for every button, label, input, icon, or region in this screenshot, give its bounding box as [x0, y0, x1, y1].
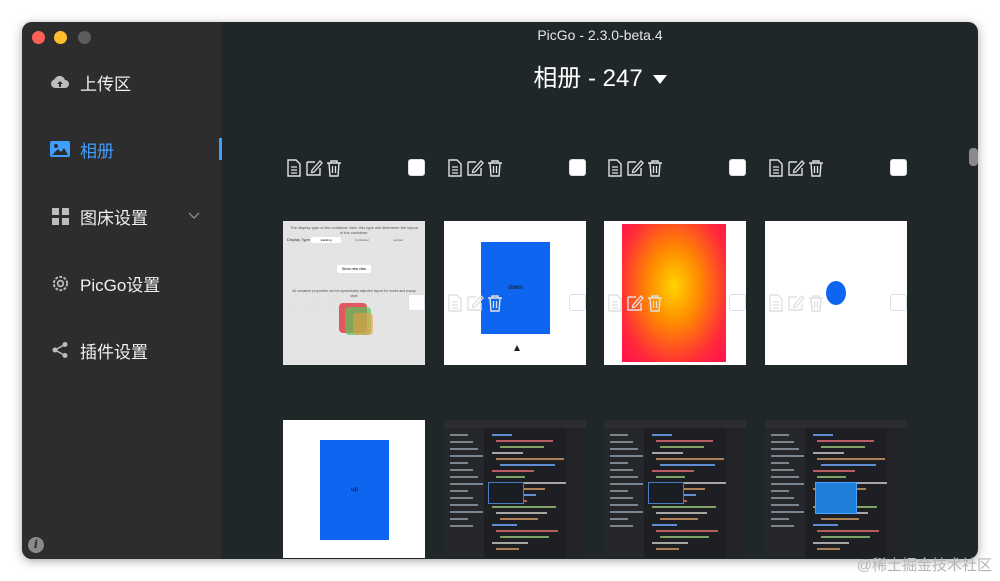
gallery-thumbnail[interactable]: up [283, 420, 425, 558]
select-checkbox[interactable] [890, 159, 907, 176]
copy-link-icon[interactable] [767, 159, 785, 177]
gallery-grid: Welcome 0 / 1 Tap Me To DeleteWelcome 0 … [222, 104, 978, 559]
select-checkbox[interactable] [729, 294, 746, 311]
edit-icon[interactable] [626, 159, 644, 177]
window-title: PicGo - 2.3.0-beta.4 [537, 27, 663, 43]
sidebar-item-pic-bed[interactable]: 图床设置 [22, 196, 222, 236]
delete-icon[interactable] [807, 159, 825, 177]
select-checkbox[interactable] [890, 294, 907, 311]
thumb-text: The display type of the container view, … [290, 225, 418, 235]
delete-icon[interactable] [486, 294, 504, 312]
sidebar-item-label: PicGo设置 [80, 275, 161, 295]
close-window-button[interactable] [32, 31, 45, 44]
edit-icon[interactable] [466, 159, 484, 177]
thumb-option: stacking [311, 237, 341, 243]
thumb-option: horizontal [355, 238, 369, 242]
picgo-window: 上传区 相册 图床设置 PicGo设置 插件设置 i PicGo - 2.3.0… [22, 22, 978, 559]
card-actions [767, 159, 909, 179]
sidebar-item-gallery[interactable]: 相册 [22, 129, 222, 169]
image-icon [50, 139, 70, 159]
edit-icon[interactable] [305, 294, 323, 312]
edit-icon[interactable] [626, 294, 644, 312]
upload-cloud-icon [50, 72, 70, 92]
sidebar-item-label: 图床设置 [80, 208, 148, 228]
copy-link-icon[interactable] [767, 294, 785, 312]
edit-icon[interactable] [466, 294, 484, 312]
thumb-label: Display Type [287, 237, 310, 242]
delete-icon[interactable] [807, 294, 825, 312]
sidebar-item-upload[interactable]: 上传区 [22, 62, 222, 102]
sidebar-item-label: 相册 [80, 141, 114, 161]
sidebar-item-label: 上传区 [80, 74, 131, 94]
sidebar-item-label: 插件设置 [80, 342, 148, 362]
copy-link-icon[interactable] [285, 294, 303, 312]
select-checkbox[interactable] [569, 294, 586, 311]
edit-icon[interactable] [305, 159, 323, 177]
card-actions [606, 294, 748, 314]
sidebar-item-picgo-settings[interactable]: PicGo设置 [22, 263, 222, 303]
select-checkbox[interactable] [408, 294, 425, 311]
card-actions [285, 294, 427, 314]
grid-icon [50, 206, 70, 226]
card-actions [446, 159, 588, 179]
watermark: @稀土掘金技术社区 [856, 557, 992, 574]
gallery-title: 相册 - 247 [533, 65, 643, 92]
gallery-thumbnail[interactable] [604, 420, 746, 558]
share-icon [50, 340, 70, 360]
copy-link-icon[interactable] [606, 294, 624, 312]
card-actions [606, 159, 748, 179]
copy-link-icon[interactable] [446, 294, 464, 312]
thumb-text: up [320, 440, 389, 540]
scrollbar[interactable] [969, 148, 978, 166]
info-icon[interactable]: i [28, 537, 44, 553]
card-actions [285, 159, 427, 179]
delete-icon[interactable] [325, 159, 343, 177]
select-checkbox[interactable] [569, 159, 586, 176]
edit-icon[interactable] [787, 159, 805, 177]
gallery-thumbnail[interactable] [604, 221, 746, 365]
delete-icon[interactable] [646, 159, 664, 177]
minimize-window-button[interactable] [54, 31, 67, 44]
gallery-thumbnail[interactable] [765, 221, 907, 365]
copy-link-icon[interactable] [606, 159, 624, 177]
delete-icon[interactable] [486, 159, 504, 177]
gallery-thumbnail[interactable] [765, 420, 907, 558]
zoom-window-button[interactable] [78, 31, 91, 44]
delete-icon[interactable] [646, 294, 664, 312]
gallery-thumbnail[interactable]: down [444, 221, 586, 365]
select-checkbox[interactable] [408, 159, 425, 176]
card-actions [446, 294, 588, 314]
sidebar: 上传区 相册 图床设置 PicGo设置 插件设置 i [22, 22, 222, 559]
chevron-down-icon [188, 209, 200, 223]
caret-down-icon [652, 75, 667, 85]
card-actions [767, 294, 909, 314]
select-checkbox[interactable] [729, 159, 746, 176]
gear-icon [50, 273, 70, 293]
gallery-thumbnail[interactable]: The display type of the container view, … [283, 221, 425, 365]
delete-icon[interactable] [325, 294, 343, 312]
gallery-title-dropdown[interactable]: 相册 - 247 [222, 62, 978, 96]
copy-link-icon[interactable] [446, 159, 464, 177]
thumb-button: Show new view [337, 265, 371, 273]
copy-link-icon[interactable] [285, 159, 303, 177]
gallery-thumbnail[interactable] [444, 420, 586, 558]
thumb-option: vertical [393, 238, 403, 242]
sidebar-item-plugins[interactable]: 插件设置 [22, 330, 222, 370]
thumb-text: down [481, 242, 550, 334]
edit-icon[interactable] [787, 294, 805, 312]
